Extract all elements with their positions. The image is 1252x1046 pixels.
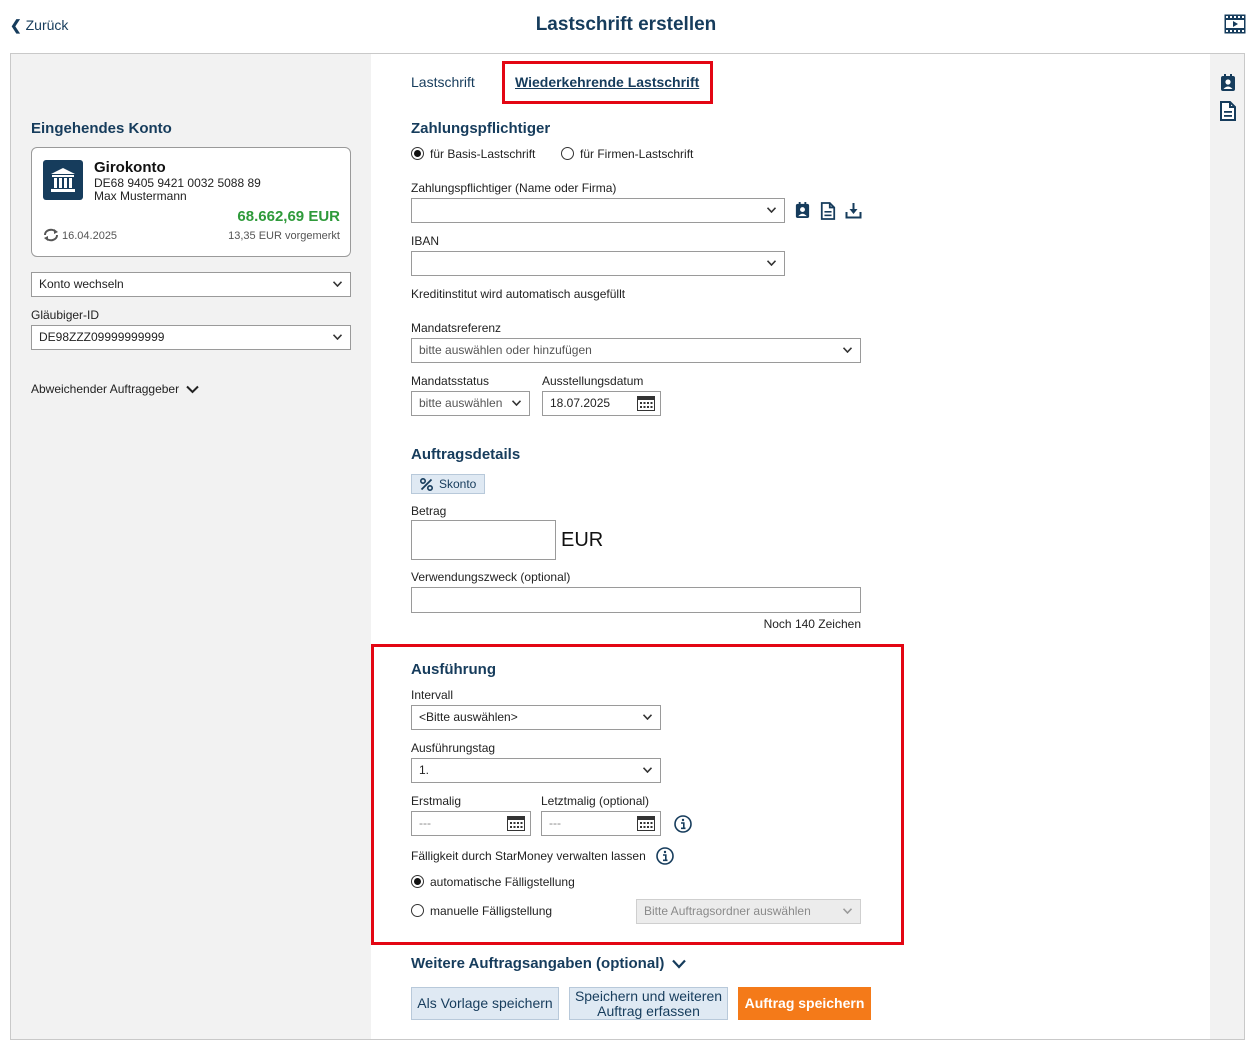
last-date-value: --- <box>549 816 561 830</box>
issue-date-input[interactable]: 18.07.2025 <box>542 391 661 416</box>
info-icon[interactable] <box>674 815 692 833</box>
purpose-label: Verwendungszweck (optional) <box>411 570 571 584</box>
save-and-new-button[interactable]: Speichern und weiteren Auftrag erfassen <box>569 987 728 1020</box>
details-section-title: Auftragsdetails <box>411 446 521 463</box>
account-balance: 68.662,69 EUR <box>237 208 340 225</box>
basis-lastschrift-label: für Basis-Lastschrift <box>430 147 536 161</box>
payer-section-title: Zahlungspflichtiger <box>411 120 551 137</box>
save-order-button[interactable]: Auftrag speichern <box>738 987 871 1020</box>
chevron-down-icon <box>333 334 342 340</box>
discount-label: Skonto <box>439 477 477 491</box>
interval-value: <Bitte auswählen> <box>419 710 518 724</box>
execution-day-label: Ausführungstag <box>411 741 496 755</box>
chevron-down-icon <box>843 908 852 914</box>
save-and-new-label-line1: Speichern und weiteren <box>574 988 723 1004</box>
chevron-down-icon <box>767 260 776 266</box>
document-icon[interactable] <box>1219 101 1237 121</box>
last-date-input[interactable]: --- <box>541 811 661 836</box>
download-icon[interactable] <box>845 202 862 219</box>
address-book-icon[interactable] <box>1219 74 1237 92</box>
mandate-ref-placeholder: bitte auswählen oder hinzufügen <box>419 343 592 357</box>
account-holder: Max Mustermann <box>94 189 187 203</box>
info-icon[interactable] <box>656 847 674 865</box>
chevron-down-icon <box>512 400 521 406</box>
chevron-down-icon <box>843 347 852 353</box>
amount-label: Betrag <box>411 504 447 518</box>
sync-icon <box>44 228 58 242</box>
first-date-label: Erstmalig <box>411 794 462 808</box>
first-date-value: --- <box>419 816 431 830</box>
payer-name-select[interactable] <box>411 198 785 223</box>
chevron-down-icon <box>333 281 342 287</box>
creditor-id-value: DE98ZZZ09999999999 <box>39 330 165 344</box>
interval-select[interactable]: <Bitte auswählen> <box>411 705 661 730</box>
save-and-new-label-line2: Auftrag erfassen <box>597 1003 700 1019</box>
tab-recurring-lastschrift[interactable]: Wiederkehrende Lastschrift <box>515 74 699 90</box>
interval-label: Intervall <box>411 688 454 702</box>
first-date-input[interactable]: --- <box>411 811 531 836</box>
iban-label: IBAN <box>411 234 440 248</box>
account-name: Girokonto <box>94 159 166 176</box>
payer-name-label: Zahlungspflichtiger (Name oder Firma) <box>411 181 617 195</box>
chevron-down-icon <box>643 767 652 773</box>
save-template-button[interactable]: Als Vorlage speichern <box>411 987 559 1020</box>
video-icon[interactable] <box>1224 14 1246 34</box>
mandate-status-label: Mandatsstatus <box>411 374 490 388</box>
issue-date-label: Ausstellungsdatum <box>542 374 644 388</box>
mandate-status-select[interactable]: bitte auswählen <box>411 391 530 416</box>
account-section-title: Eingehendes Konto <box>31 120 172 137</box>
creditor-id-select[interactable]: DE98ZZZ09999999999 <box>31 325 351 350</box>
creditor-id-label: Gläubiger-ID <box>31 308 100 322</box>
mandate-status-value: bitte auswählen <box>419 396 503 410</box>
execution-section-title: Ausführung <box>411 661 496 678</box>
page-title: Lastschrift erstellen <box>535 14 717 35</box>
more-details-toggle[interactable]: Weitere Auftragsangaben (optional) <box>411 955 686 972</box>
chars-left-counter: Noch 140 Zeichen <box>763 617 861 631</box>
auto-due-radio[interactable] <box>411 875 424 888</box>
issue-date-value: 18.07.2025 <box>550 396 611 410</box>
manual-due-label: manuelle Fälligstellung <box>430 904 553 918</box>
other-orderer-label: Abweichender Auftraggeber <box>31 382 180 396</box>
chevron-down-icon <box>643 714 652 720</box>
more-details-label: Weitere Auftragsangaben (optional) <box>411 955 665 972</box>
other-orderer-toggle[interactable]: Abweichender Auftraggeber <box>31 382 200 396</box>
tab-lastschrift[interactable]: Lastschrift <box>411 74 475 90</box>
last-date-label: Letztmalig (optional) <box>541 794 650 808</box>
firmen-lastschrift-label: für Firmen-Lastschrift <box>580 147 694 161</box>
iban-select[interactable] <box>411 251 785 276</box>
order-folder-placeholder: Bitte Auftragsordner auswählen <box>644 904 811 918</box>
basis-lastschrift-radio[interactable] <box>411 147 424 160</box>
purpose-input[interactable] <box>411 587 861 613</box>
calendar-icon[interactable] <box>507 816 525 831</box>
auto-due-label: automatische Fälligstellung <box>430 875 575 889</box>
chevron-down-icon <box>671 959 686 969</box>
discount-button[interactable]: Skonto <box>411 474 485 494</box>
mandate-ref-label: Mandatsreferenz <box>411 321 502 335</box>
execution-day-value: 1. <box>419 763 430 777</box>
calendar-icon[interactable] <box>637 396 655 411</box>
account-card[interactable]: Girokonto DE68 9405 9421 0032 5088 89 Ma… <box>31 147 351 257</box>
firmen-lastschrift-radio[interactable] <box>561 147 574 160</box>
bank-icon <box>43 160 83 200</box>
document-icon[interactable] <box>820 202 836 220</box>
execution-day-select[interactable]: 1. <box>411 758 661 783</box>
order-folder-select[interactable]: Bitte Auftragsordner auswählen <box>636 899 861 924</box>
percent-icon <box>420 478 433 491</box>
mandate-ref-select[interactable]: bitte auswählen oder hinzufügen <box>411 338 861 363</box>
account-pending: 13,35 EUR vorgemerkt <box>228 230 340 242</box>
manual-due-radio[interactable] <box>411 904 424 917</box>
switch-account-select[interactable]: Konto wechseln <box>31 272 351 297</box>
chevron-down-icon <box>186 386 200 394</box>
bank-hint: Kreditinstitut wird automatisch ausgefül… <box>411 287 626 301</box>
account-iban: DE68 9405 9421 0032 5088 89 <box>94 176 261 190</box>
currency-label: EUR <box>561 529 604 551</box>
calendar-icon[interactable] <box>637 816 655 831</box>
due-management-label: Fälligkeit durch StarMoney verwalten las… <box>411 849 646 863</box>
account-date: 16.04.2025 <box>62 230 118 242</box>
chevron-down-icon <box>767 207 776 213</box>
address-book-icon[interactable] <box>794 202 811 219</box>
amount-input[interactable] <box>411 520 556 560</box>
switch-account-label: Konto wechseln <box>39 277 124 291</box>
